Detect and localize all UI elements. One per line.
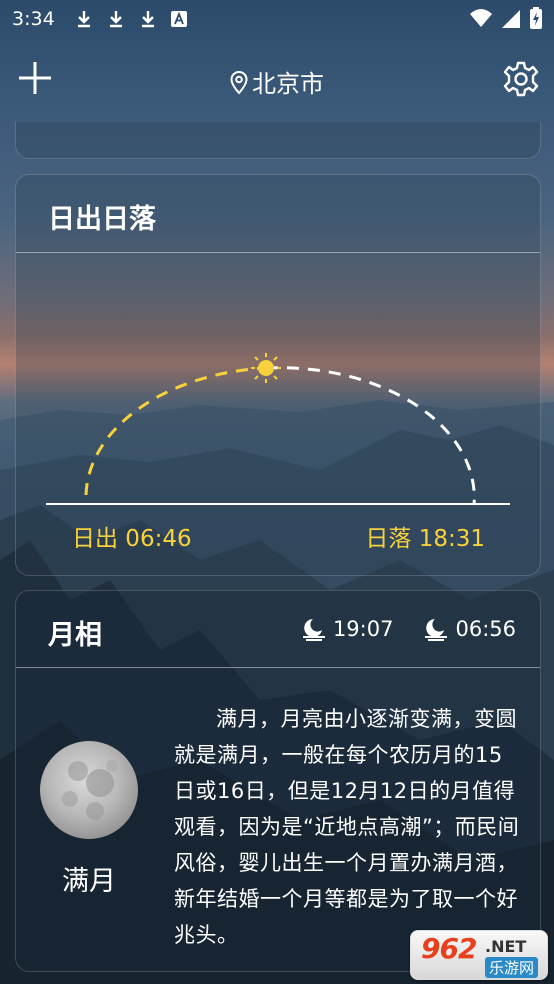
signal-icon xyxy=(502,10,520,28)
download-icon xyxy=(77,11,90,28)
watermark-suffix: .NET xyxy=(485,937,527,956)
previous-card-partial xyxy=(15,122,541,159)
status-time: 3:34 xyxy=(12,8,55,30)
moonrise-icon xyxy=(302,619,325,641)
moon-phase-card: 月相 19:07 06:56 满月 满月，月亮由小逐渐变满，变圆就是满月，一般在 xyxy=(15,590,541,972)
gear-icon xyxy=(503,61,539,97)
sunset-time: 日落 18:31 xyxy=(365,526,485,552)
site-watermark-logo: 962 .NET 乐游网 xyxy=(410,930,548,980)
top-app-bar: 北京市 xyxy=(0,52,554,108)
moonrise-time: 19:07 xyxy=(332,617,394,641)
moon-card-divider xyxy=(16,667,540,668)
watermark-number: 962 xyxy=(421,932,477,965)
watermark-subtitle: 乐游网 xyxy=(485,957,539,978)
status-bar: 3:34 xyxy=(0,0,554,38)
sun-path-elapsed xyxy=(84,366,267,496)
system-icons xyxy=(470,7,542,29)
moon-card-title: 月相 xyxy=(48,620,102,651)
sunrise-time: 日出 06:46 xyxy=(72,526,192,552)
download-icon xyxy=(141,11,154,28)
wifi-icon xyxy=(470,9,492,27)
moon-times: 19:07 06:56 xyxy=(301,617,516,641)
location-pin-icon xyxy=(230,71,248,95)
sun-path-chart xyxy=(46,353,510,506)
moonset-time: 06:56 xyxy=(455,617,516,641)
app-notification-icon xyxy=(170,11,187,27)
download-icon xyxy=(109,11,122,28)
location-name: 北京市 xyxy=(252,70,324,98)
sun-path-remaining xyxy=(265,366,476,506)
moonset: 06:56 xyxy=(423,617,516,641)
moon-phase-description: 满月，月亮由小逐渐变满，变圆就是满月，一般在每个农历月的15日或16日，但是12… xyxy=(174,707,520,947)
settings-button[interactable] xyxy=(502,60,540,98)
moon-phase-name: 满月 xyxy=(62,866,116,897)
moonrise: 19:07 xyxy=(301,617,394,641)
moonset-icon xyxy=(425,619,448,641)
notification-icons xyxy=(75,10,187,28)
sunrise-sunset-card: 日出日落 日出 06:46 日落 18:31 xyxy=(15,174,541,576)
full-moon-image xyxy=(40,741,138,839)
location-title[interactable]: 北京市 xyxy=(0,64,554,99)
battery-charging-icon xyxy=(530,7,542,29)
